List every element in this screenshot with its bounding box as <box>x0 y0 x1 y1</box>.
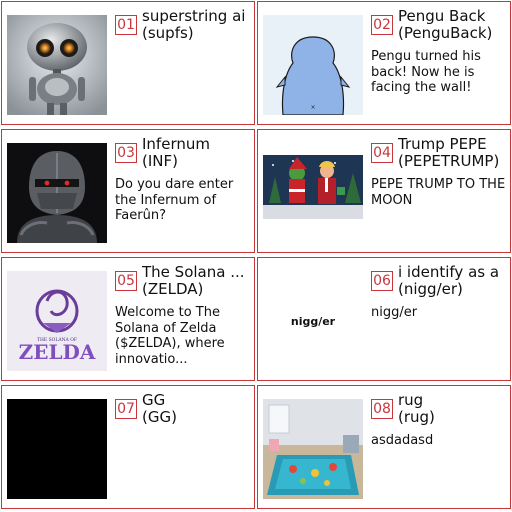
token-description: nigg/er <box>371 305 418 320</box>
token-description: Welcome to The Solana of Zelda 󠁿󠁿 ($ZELD… <box>115 305 225 367</box>
rank-badge: 01 <box>115 15 137 35</box>
black-image <box>7 399 107 499</box>
logo-title: ZELDA <box>19 340 96 364</box>
token-name[interactable]: rug <box>398 392 508 409</box>
rank-badge: 03 <box>115 143 137 163</box>
token-description: PEPE TRUMP TO THE MOON <box>371 177 506 208</box>
token-name[interactable]: Trump PEPE <box>398 136 508 153</box>
zelda-logo-image: THE SOLANA OF ZELDA <box>7 271 107 371</box>
pengu-image: × <box>263 15 363 115</box>
rank-badge: 08 <box>371 399 393 419</box>
token-ticker: (ZELDA) <box>142 281 204 298</box>
token-card-2[interactable]: × 02 Pengu Back (PenguBack) Pengu turned… <box>257 1 511 125</box>
rank-badge: 02 <box>371 15 393 35</box>
token-name[interactable]: The Solana ... <box>142 264 252 281</box>
token-ticker: (rug) <box>398 409 435 426</box>
token-card-3[interactable]: 03 Infernum (INF) Do you dare enter the … <box>1 129 255 253</box>
pepe-trump-image <box>263 143 363 243</box>
token-name[interactable]: i identify as a <box>398 264 508 281</box>
token-description: asdadasd <box>371 433 434 448</box>
svg-text:×: × <box>310 104 315 111</box>
robot-image <box>7 15 107 115</box>
token-ticker: (PenguBack) <box>398 25 493 42</box>
token-name[interactable]: GG <box>142 392 252 409</box>
knight-image <box>7 143 107 243</box>
token-card-7[interactable]: 07 GG (GG) <box>1 385 255 509</box>
token-ticker: (INF) <box>142 153 178 170</box>
rank-badge: 04 <box>371 143 393 163</box>
token-card-4[interactable]: 04 Trump PEPE (PEPETRUMP) PEPE TRUMP TO … <box>257 129 511 253</box>
token-name[interactable]: Pengu Back <box>398 8 508 25</box>
token-card-6[interactable]: nigg/er 06 i identify as a (nigg/er) nig… <box>257 257 511 381</box>
rank-badge: 05 <box>115 271 137 291</box>
token-card-8[interactable]: 08 rug (rug) asdadasd <box>257 385 511 509</box>
token-description: Do you dare enter the Infernum of Faerûn… <box>115 177 234 223</box>
token-name[interactable]: Infernum <box>142 136 252 153</box>
token-name[interactable]: superstring ai <box>142 8 252 25</box>
rank-badge: 07 <box>115 399 137 419</box>
token-description: Pengu turned his back! Now he is facing … <box>371 49 481 95</box>
rank-badge: 06 <box>371 271 393 291</box>
token-ticker: (supfs) <box>142 25 194 42</box>
token-ticker: (GG) <box>142 409 177 426</box>
token-card-5[interactable]: THE SOLANA OF ZELDA 05 The Solana ... (Z… <box>1 257 255 381</box>
token-ticker: (PEPETRUMP) <box>398 153 500 170</box>
token-card-1[interactable]: 01 superstring ai (supfs) <box>1 1 255 125</box>
rug-room-image <box>263 399 363 499</box>
text-image: nigg/er <box>290 314 336 328</box>
token-ticker: (nigg/er) <box>398 281 463 298</box>
